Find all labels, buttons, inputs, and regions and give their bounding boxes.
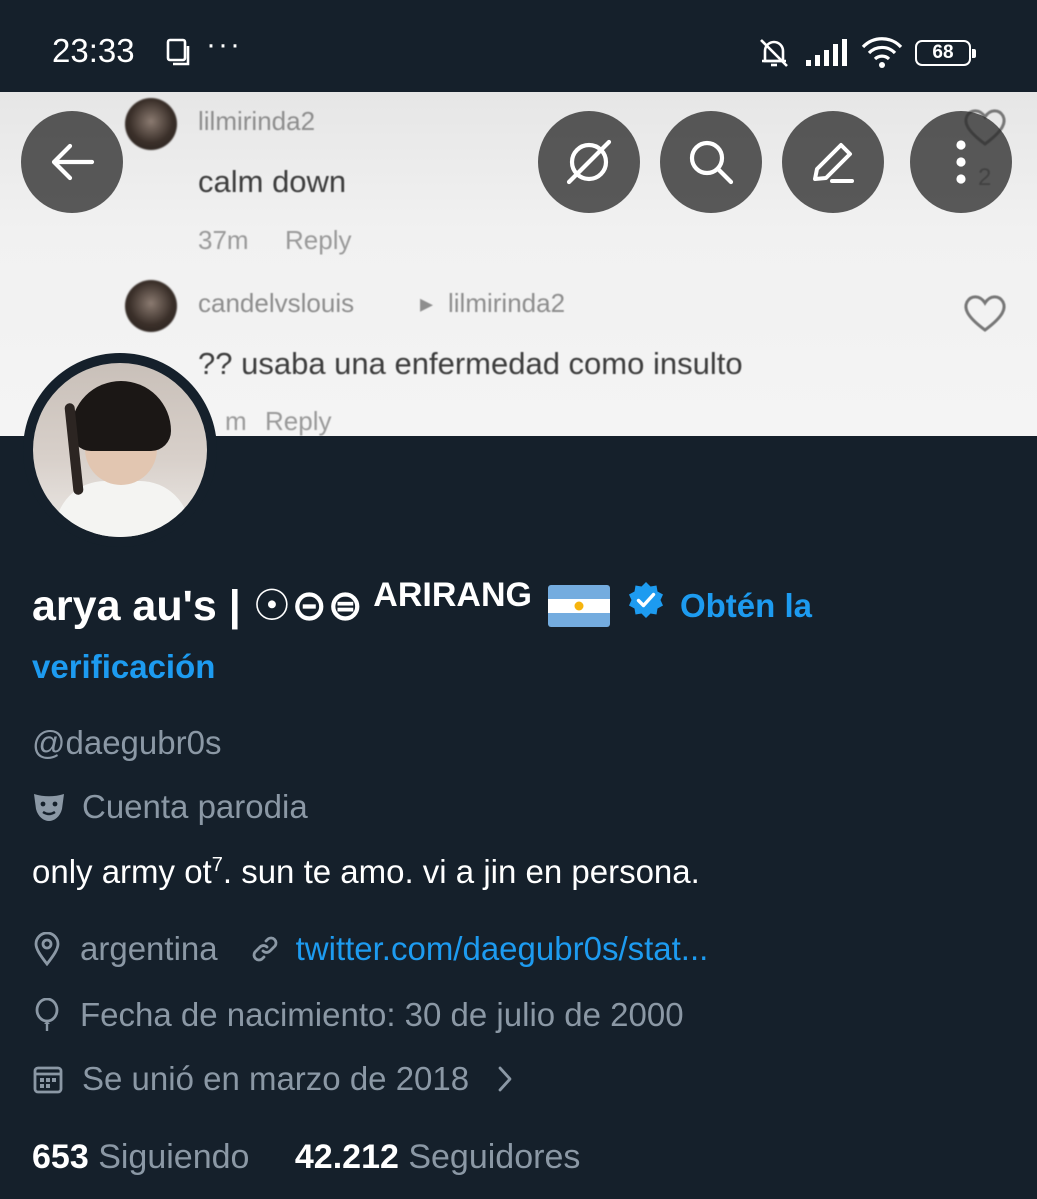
comment-reply-to: lilmirinda2 — [448, 288, 566, 318]
comment-avatar — [125, 98, 177, 150]
profile-bio: only army ot7. sun te amo. vi a jin en p… — [32, 853, 700, 891]
heart-icon — [962, 292, 1008, 339]
comment-reply: Reply — [285, 225, 352, 255]
comment-avatar — [125, 280, 177, 332]
birthday-text: Fecha de nacimiento: 30 de julio de 2000 — [80, 996, 684, 1033]
status-time: 23:33 — [52, 32, 135, 69]
theater-masks-icon — [32, 791, 66, 823]
more-vertical-icon — [956, 140, 966, 184]
wifi-icon — [860, 36, 904, 75]
calendar-icon — [32, 1063, 64, 1095]
profile-website-link[interactable]: twitter.com/daegubr0s/stat... — [296, 930, 709, 968]
verified-badge-icon[interactable] — [626, 580, 666, 631]
get-verified-link-continued[interactable]: verificación — [32, 648, 215, 686]
grok-icon — [566, 139, 612, 185]
comment-text: ?? usaba una enfermedad como insulto — [198, 346, 743, 381]
joined-date-row[interactable]: Se unió en marzo de 2018 — [32, 1060, 513, 1098]
comment-reply: Reply — [265, 406, 332, 436]
joined-text: Se unió en marzo de 2018 — [82, 1060, 470, 1097]
followers-link[interactable]: 42.212 Seguidores — [295, 1138, 580, 1176]
following-label: Siguiendo — [98, 1138, 250, 1176]
avatar-image — [33, 363, 207, 537]
pencil-icon — [813, 143, 854, 183]
status-more-icon: ··· — [206, 28, 242, 61]
followers-count: 42.212 — [294, 1138, 399, 1176]
following-link[interactable]: 653 Siguiendo — [32, 1138, 259, 1176]
location-text: argentina — [80, 930, 218, 967]
bio-text-rest: . sun te amo. vi a jin en persona. — [222, 853, 700, 890]
back-button[interactable] — [21, 111, 123, 213]
argentina-flag-icon — [547, 584, 610, 627]
profile-avatar[interactable] — [23, 353, 217, 547]
comment-reply-arrow: ▸ — [420, 288, 434, 318]
bio-superscript: 7 — [211, 854, 223, 876]
comment-username: lilmirinda2 — [198, 106, 316, 136]
bio-text: only army ot — [32, 853, 212, 890]
follow-stats: 653 Siguiendo 42.212 Seguidores — [32, 1138, 580, 1177]
followers-label: Seguidores — [408, 1138, 581, 1176]
comment-text: calm down — [198, 164, 347, 199]
display-name-row: arya au's | ☉⊝⊜ ARIRANG Obtén la — [32, 576, 812, 631]
screenshot-icon — [165, 38, 191, 71]
location-link-row: argentina twitter.com/daegubr0s/stat... — [32, 930, 708, 968]
battery-icon: 68 — [915, 40, 976, 66]
status-bar: 23:33 ··· 68 — [0, 0, 1037, 92]
more-options-button[interactable] — [910, 111, 1012, 213]
signal-icon — [805, 38, 849, 73]
grok-button[interactable] — [538, 111, 640, 213]
comment-username: candelvslouis — [198, 288, 355, 318]
birthday-row: Fecha de nacimiento: 30 de julio de 2000 — [32, 996, 684, 1034]
chevron-right-icon — [497, 1065, 513, 1093]
parody-label: Cuenta parodia — [82, 788, 308, 825]
balloon-icon — [32, 998, 62, 1032]
edit-button[interactable] — [782, 111, 884, 213]
search-icon — [689, 140, 734, 185]
search-button[interactable] — [660, 111, 762, 213]
comment-time: m — [225, 406, 247, 436]
user-handle: @daegubr0s — [32, 724, 222, 761]
display-name-suffix: ARIRANG — [373, 576, 532, 614]
parody-label-row: Cuenta parodia — [32, 788, 308, 826]
bell-muted-icon — [757, 36, 791, 75]
link-icon — [250, 934, 280, 964]
display-name: arya au's | ☉⊝⊜ — [32, 581, 364, 630]
following-count: 653 — [32, 1138, 89, 1176]
get-verified-link[interactable]: Obtén la — [680, 587, 812, 625]
arrow-left-icon — [51, 143, 95, 181]
location-pin-icon — [32, 932, 62, 966]
comment-time: 37m — [198, 225, 249, 255]
